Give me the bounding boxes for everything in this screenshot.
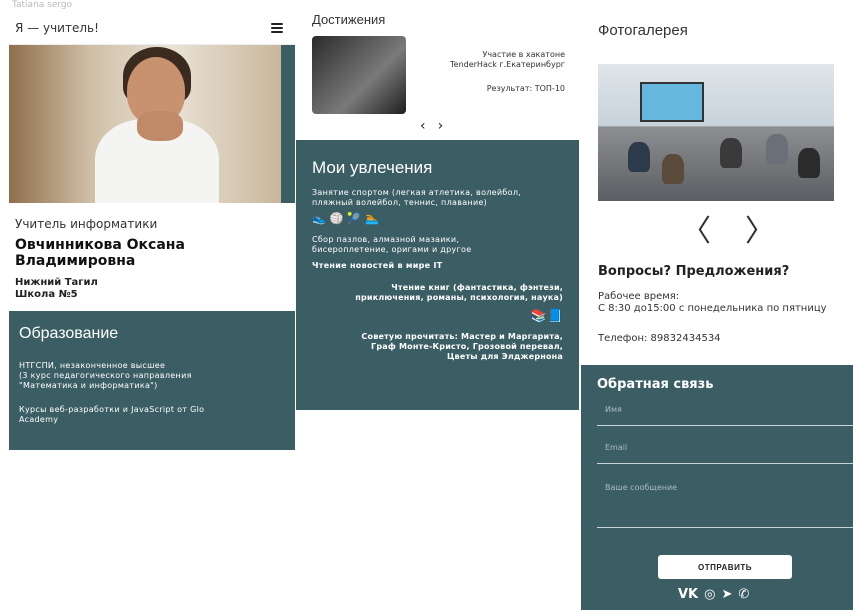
city: Нижний Тагил bbox=[15, 277, 98, 288]
gallery-photo bbox=[598, 64, 834, 201]
brand-link[interactable]: Я — учитель! bbox=[15, 21, 99, 35]
sport-text: Занятие спортом (легкая атлетика, волейб… bbox=[296, 178, 579, 208]
instagram-icon[interactable]: ◎ bbox=[704, 587, 715, 602]
work-hours-label: Рабочее время: bbox=[598, 291, 680, 302]
books-icon: 📚📘 bbox=[530, 309, 563, 324]
message-input[interactable]: Ваше сообщение bbox=[597, 483, 853, 528]
email-input[interactable]: Email bbox=[597, 443, 853, 464]
achievement-description: Участие в хакатоне TenderHack г.Екатерин… bbox=[450, 50, 565, 70]
gallery-title: Фотогалерея bbox=[598, 22, 688, 39]
prev-arrow-icon[interactable]: ‹ bbox=[420, 118, 438, 134]
crafts-line: Сбор пазлов, алмазной мазаики, bbox=[312, 235, 460, 244]
telegram-icon[interactable]: ➤ bbox=[721, 587, 732, 602]
teacher-role: Учитель информатики bbox=[15, 217, 158, 231]
profile-info: Учитель информатики Овчинникова Оксана В… bbox=[9, 203, 295, 311]
education-section: Образование НТГСПИ, незаконченное высшее… bbox=[9, 311, 295, 450]
education-title: Образование bbox=[19, 325, 119, 342]
vk-icon[interactable]: VK bbox=[678, 587, 698, 602]
name-input[interactable]: Имя bbox=[597, 405, 853, 426]
sport-icons: 👟🏐🎾🏊 bbox=[312, 212, 383, 225]
navbar: Я — учитель! bbox=[9, 12, 295, 45]
work-hours: Рабочее время: С 8:30 до15:00 с понедель… bbox=[598, 291, 827, 315]
crafts-line: бисероплетение, оригами и другое bbox=[312, 245, 472, 254]
achievement-photo bbox=[312, 36, 406, 114]
phone-number: Телефон: 89832434534 bbox=[598, 333, 721, 344]
gallery-contact-panel: Фотогалерея 〈〉 Вопросы? Предложения? Раб… bbox=[581, 0, 853, 610]
advice-line: Цветы для Элджернона bbox=[446, 352, 563, 361]
gallery-carousel-nav: 〈〉 bbox=[681, 206, 809, 250]
teacher-location: Нижний Тагил Школа №5 bbox=[15, 277, 289, 301]
news-text: Чтение новостей в мире IT bbox=[312, 261, 443, 270]
sport-line: Занятие спортом (легкая атлетика, волейб… bbox=[312, 188, 522, 197]
education-text: НТГСПИ, незаконченное высшее (3 курс пед… bbox=[9, 343, 295, 391]
achievements-title: Достижения bbox=[312, 12, 386, 27]
feedback-title: Обратная связь bbox=[597, 377, 714, 392]
course-line: Academy bbox=[19, 415, 59, 424]
course-line: Курсы веб-разработки и JavaScript от Glo bbox=[19, 405, 205, 414]
books-line: приключения, романы, психология, наука) bbox=[355, 293, 563, 302]
advice-text: Советую прочитать: Мастер и Маргарита, Г… bbox=[296, 324, 579, 362]
education-line: НТГСПИ, незаконченное высшее bbox=[19, 361, 166, 370]
gallery-next-icon[interactable]: 〉 bbox=[745, 214, 809, 249]
work-hours-value: С 8:30 до15:00 с понедельника по пятницу bbox=[598, 303, 827, 314]
education-line: (3 курс педагогического направления bbox=[19, 371, 192, 380]
school: Школа №5 bbox=[15, 289, 78, 300]
books-text: Чтение книг (фантастика, фэнтези, приклю… bbox=[296, 271, 579, 303]
sport-line: пляжный волейбол, теннис, плавание) bbox=[312, 198, 488, 207]
profile-photo bbox=[9, 45, 295, 203]
achievement-carousel-nav: ‹› bbox=[420, 118, 455, 134]
courses-text: Курсы веб-разработки и JavaScript от Glo… bbox=[9, 391, 295, 425]
achievement-result: Результат: ТОП-10 bbox=[486, 84, 565, 93]
next-arrow-icon[interactable]: › bbox=[438, 118, 456, 134]
achievements-panel: Достижения Участие в хакатоне TenderHack… bbox=[296, 0, 579, 410]
questions-title: Вопросы? Предложения? bbox=[598, 264, 790, 279]
feedback-form: Обратная связь Имя Email Ваше сообщение … bbox=[581, 365, 853, 610]
top-hint: Tatiana sergo bbox=[12, 0, 73, 10]
achievement-line: TenderHack г.Екатеринбург bbox=[450, 60, 565, 69]
advice-line: Советую прочитать: Мастер и Маргарита, bbox=[361, 332, 563, 341]
books-line: Чтение книг (фантастика, фэнтези, bbox=[391, 283, 563, 292]
teacher-name: Овчинникова Оксана Владимировна bbox=[15, 237, 185, 269]
hamburger-menu-icon[interactable] bbox=[271, 23, 283, 33]
advice-line: Граф Монте-Кристо, Грозовой перевал, bbox=[371, 342, 563, 351]
hobbies-title: Мои увлечения bbox=[312, 158, 433, 177]
achievement-line: Участие в хакатоне bbox=[482, 50, 565, 59]
social-links: VK ◎ ➤ ✆ bbox=[678, 587, 749, 602]
send-button[interactable]: ОТПРАВИТЬ bbox=[658, 555, 792, 579]
profile-panel: Tatiana sergo Я — учитель! Учитель инфор… bbox=[9, 0, 295, 450]
crafts-text: Сбор пазлов, алмазной мазаики, бисеропле… bbox=[296, 225, 579, 255]
hobbies-section: Мои увлечения Занятие спортом (легкая ат… bbox=[296, 140, 579, 410]
education-line: "Математика и информатика") bbox=[19, 381, 158, 390]
gallery-prev-icon[interactable]: 〈 bbox=[681, 214, 745, 249]
whatsapp-icon[interactable]: ✆ bbox=[738, 587, 749, 602]
